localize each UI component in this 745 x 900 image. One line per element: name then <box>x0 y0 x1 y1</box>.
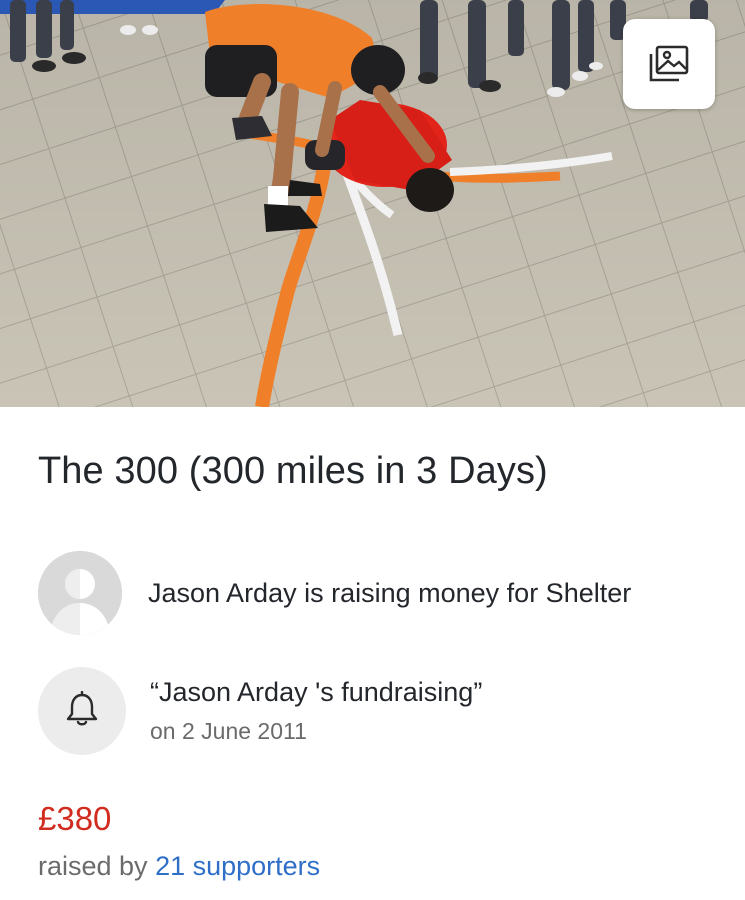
gallery-icon <box>648 44 690 84</box>
hero-photo[interactable] <box>0 0 745 407</box>
default-avatar-icon <box>38 551 122 635</box>
gallery-button[interactable] <box>623 19 715 109</box>
amount-raised: £380 <box>38 800 112 837</box>
event-name: “Jason Arday 's fundraising” <box>150 677 483 707</box>
organizer-row[interactable]: Jason Arday is raising money for Shelter <box>38 551 631 635</box>
bell-icon <box>65 690 99 732</box>
organizer-text: Jason Arday is raising money for Shelter <box>148 577 632 608</box>
event-date: on 2 June 2011 <box>150 718 307 744</box>
event-row: “Jason Arday 's fundraising” on 2 June 2… <box>38 667 482 755</box>
raised-by-label: raised by <box>38 851 148 881</box>
supporters-link[interactable]: 21 supporters <box>155 851 320 881</box>
event-icon-circle <box>38 667 126 755</box>
raised-by-line: raised by 21 supporters <box>38 851 320 882</box>
event-details: “Jason Arday 's fundraising” on 2 June 2… <box>150 677 482 745</box>
page-title: The 300 (300 miles in 3 Days) <box>38 450 548 492</box>
